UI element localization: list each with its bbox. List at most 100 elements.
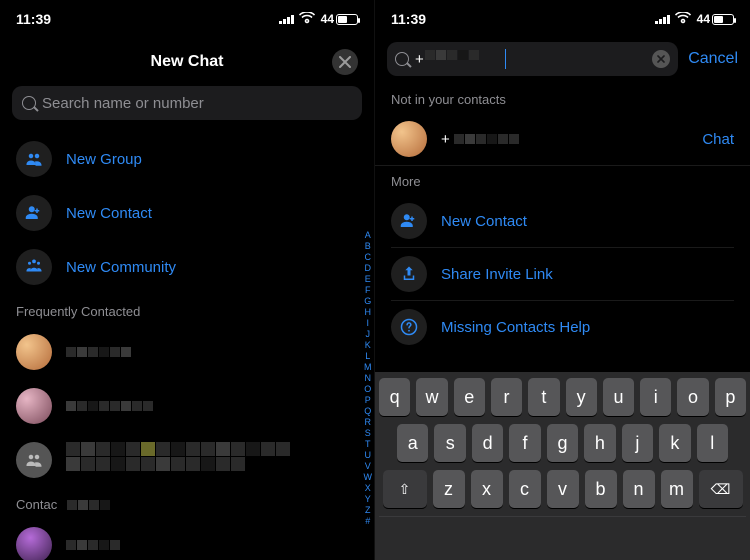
cellular-icon xyxy=(279,11,295,27)
ios-keyboard[interactable]: qwertyuiop asdfghjkl ⇧zxcvbnm⌫ xyxy=(375,372,750,560)
avatar-group xyxy=(16,442,52,478)
new-group-row[interactable]: New Group xyxy=(0,132,374,186)
index-letter[interactable]: D xyxy=(365,263,372,274)
contact-row[interactable] xyxy=(0,379,374,433)
index-letter[interactable]: U xyxy=(365,450,372,461)
key-g[interactable]: g xyxy=(547,424,578,462)
key-j[interactable]: j xyxy=(622,424,653,462)
index-letter[interactable]: O xyxy=(364,384,371,395)
key-q[interactable]: q xyxy=(379,378,410,416)
index-letter[interactable]: V xyxy=(365,461,371,472)
new-contact-row[interactable]: New Contact xyxy=(0,186,374,240)
contact-row[interactable] xyxy=(0,433,374,487)
index-letter[interactable]: M xyxy=(364,362,372,373)
key-n[interactable]: n xyxy=(623,470,655,508)
close-icon xyxy=(339,56,351,68)
text-cursor xyxy=(505,49,506,69)
index-letter[interactable]: P xyxy=(365,395,371,406)
contact-row[interactable] xyxy=(0,518,374,560)
more-missing-help-row[interactable]: Missing Contacts Help xyxy=(391,301,734,353)
new-community-label: New Community xyxy=(66,259,176,276)
contact-name-redacted xyxy=(66,401,186,411)
index-letter[interactable]: B xyxy=(365,241,371,252)
key-m[interactable]: m xyxy=(661,470,693,508)
avatar xyxy=(16,334,52,370)
contact-name-redacted xyxy=(66,347,156,357)
key-h[interactable]: h xyxy=(584,424,615,462)
search-header: Cancel xyxy=(375,30,750,84)
index-letter[interactable]: X xyxy=(365,483,371,494)
index-letter[interactable]: Y xyxy=(365,494,371,505)
keyboard-row-3: ⇧zxcvbnm⌫ xyxy=(379,470,746,508)
key-x[interactable]: x xyxy=(471,470,503,508)
index-letter[interactable]: E xyxy=(365,274,371,285)
key-e[interactable]: e xyxy=(454,378,485,416)
key-o[interactable]: o xyxy=(677,378,708,416)
status-time: 11:39 xyxy=(391,11,426,27)
index-letter[interactable]: T xyxy=(365,439,371,450)
index-letter[interactable]: C xyxy=(365,252,372,263)
key-z[interactable]: z xyxy=(433,470,465,508)
more-share-invite-label: Share Invite Link xyxy=(441,266,553,283)
index-letter[interactable]: H xyxy=(365,307,372,318)
key-w[interactable]: w xyxy=(416,378,447,416)
key-i[interactable]: i xyxy=(640,378,671,416)
key-t[interactable]: t xyxy=(528,378,559,416)
section-frequent: Frequently Contacted xyxy=(0,294,374,325)
search-icon xyxy=(395,52,409,66)
index-letter[interactable]: G xyxy=(364,296,371,307)
community-icon xyxy=(16,249,52,285)
cancel-button[interactable]: Cancel xyxy=(688,50,738,68)
alpha-index-strip[interactable]: ABCDEFGHIJKLMNOPQRSTUVWXYZ# xyxy=(364,230,373,527)
key-f[interactable]: f xyxy=(509,424,540,462)
avatar xyxy=(391,121,427,157)
key-d[interactable]: d xyxy=(472,424,503,462)
more-missing-help-label: Missing Contacts Help xyxy=(441,319,590,336)
status-icons: 44 xyxy=(655,11,734,27)
index-letter[interactable]: L xyxy=(365,351,370,362)
section-more: More xyxy=(375,166,750,195)
new-group-label: New Group xyxy=(66,151,142,168)
key-u[interactable]: u xyxy=(603,378,634,416)
index-letter[interactable]: R xyxy=(365,417,372,428)
section-not-in-contacts: Not in your contacts xyxy=(375,84,750,113)
close-button[interactable] xyxy=(332,49,358,75)
index-letter[interactable]: W xyxy=(364,472,373,483)
more-share-invite-row[interactable]: Share Invite Link xyxy=(391,248,734,301)
index-letter[interactable]: S xyxy=(365,428,371,439)
new-community-row[interactable]: New Community xyxy=(0,240,374,294)
help-icon xyxy=(391,309,427,345)
chat-button[interactable]: Chat xyxy=(702,131,734,148)
index-letter[interactable]: N xyxy=(365,373,372,384)
index-letter[interactable]: # xyxy=(365,516,370,527)
unknown-contact-row[interactable]: + Chat xyxy=(375,113,750,166)
search-field[interactable] xyxy=(387,42,678,76)
key-p[interactable]: p xyxy=(715,378,746,416)
keyboard-row-2: asdfghjkl xyxy=(379,424,746,462)
key-delete[interactable]: ⌫ xyxy=(699,470,743,508)
key-l[interactable]: l xyxy=(697,424,728,462)
key-shift[interactable]: ⇧ xyxy=(383,470,427,508)
key-b[interactable]: b xyxy=(585,470,617,508)
index-letter[interactable]: Z xyxy=(365,505,371,516)
index-letter[interactable]: I xyxy=(366,318,369,329)
phone-number: + xyxy=(441,131,450,148)
search-field[interactable] xyxy=(12,86,362,120)
key-a[interactable]: a xyxy=(397,424,428,462)
contact-row[interactable] xyxy=(0,325,374,379)
index-letter[interactable]: J xyxy=(366,329,371,340)
more-new-contact-row[interactable]: New Contact xyxy=(391,195,734,248)
index-letter[interactable]: F xyxy=(365,285,371,296)
key-y[interactable]: y xyxy=(566,378,597,416)
clear-search-button[interactable] xyxy=(652,50,670,68)
key-c[interactable]: c xyxy=(509,470,541,508)
index-letter[interactable]: Q xyxy=(364,406,371,417)
key-v[interactable]: v xyxy=(547,470,579,508)
index-letter[interactable]: A xyxy=(365,230,371,241)
key-s[interactable]: s xyxy=(434,424,465,462)
search-input[interactable] xyxy=(42,95,352,112)
key-k[interactable]: k xyxy=(659,424,690,462)
battery-indicator: 44 xyxy=(695,12,734,26)
key-r[interactable]: r xyxy=(491,378,522,416)
index-letter[interactable]: K xyxy=(365,340,371,351)
